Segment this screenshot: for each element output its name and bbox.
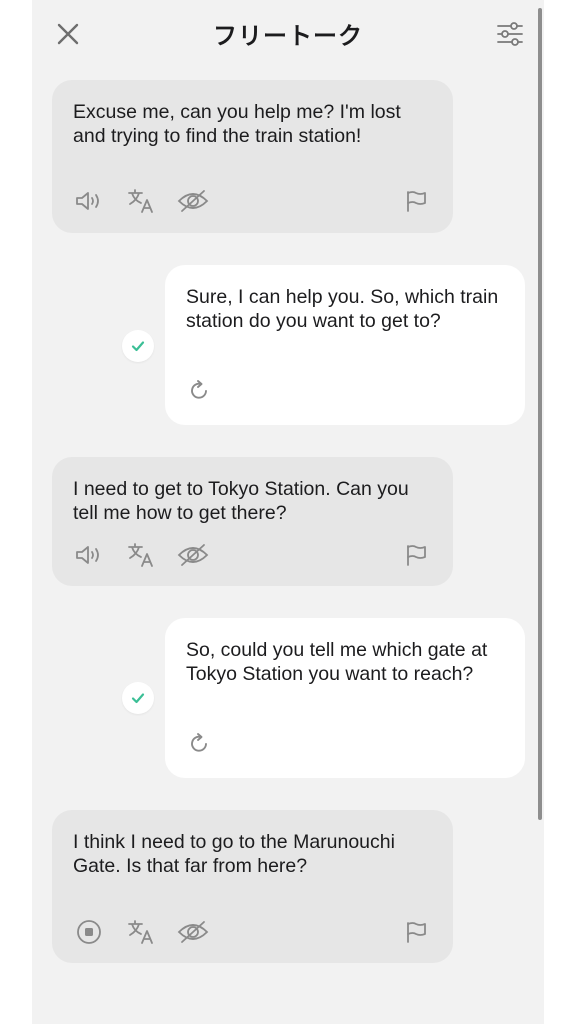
retry-icon: [191, 733, 207, 752]
speaker-icon: [76, 546, 99, 564]
translate-icon: [128, 543, 153, 567]
hide-text-button[interactable]: [176, 186, 210, 216]
translate-icon: [128, 920, 153, 944]
ai-message: Excuse me, can you help me? I'm lost and…: [52, 80, 453, 233]
user-message: Sure, I can help you. So, which train st…: [165, 265, 525, 425]
settings-button[interactable]: [494, 18, 526, 50]
check-icon: [131, 693, 145, 704]
flag-icon: [407, 545, 426, 566]
retry-icon: [191, 380, 207, 399]
translate-button[interactable]: [124, 917, 158, 947]
message-actions: [72, 540, 433, 570]
play-audio-button[interactable]: [72, 186, 106, 216]
stop-icon: [77, 920, 101, 944]
status-badge: [122, 682, 154, 714]
eye-off-icon: [177, 921, 209, 943]
translate-icon: [128, 189, 153, 213]
message-text: Sure, I can help you. So, which train st…: [186, 286, 499, 332]
eye-off-icon: [177, 544, 209, 566]
scrollbar[interactable]: [538, 8, 542, 820]
eye-off-icon: [177, 190, 209, 212]
message-text: I need to get to Tokyo Station. Can you …: [73, 478, 409, 524]
ai-message: I need to get to Tokyo Station. Can you …: [52, 457, 453, 586]
message-actions: [72, 917, 433, 947]
message-text: So, could you tell me which gate at Toky…: [186, 639, 488, 685]
user-message: So, could you tell me which gate at Toky…: [165, 618, 525, 778]
sliders-icon: [497, 22, 523, 46]
check-icon: [131, 341, 145, 352]
chat-screen: フリートーク Excuse me, can you help me? I'm l…: [32, 0, 544, 1024]
stop-audio-button[interactable]: [72, 917, 106, 947]
retry-button[interactable]: [185, 728, 215, 758]
retry-button[interactable]: [185, 375, 215, 405]
header: フリートーク: [32, 0, 544, 64]
ai-message: I think I need to go to the Marunouchi G…: [52, 810, 453, 963]
hide-text-button[interactable]: [176, 917, 210, 947]
translate-button[interactable]: [124, 186, 158, 216]
report-button[interactable]: [399, 917, 433, 947]
page-title: フリートーク: [213, 22, 363, 50]
flag-icon: [407, 922, 426, 943]
message-actions: [72, 186, 433, 216]
speaker-icon: [76, 192, 99, 210]
play-audio-button[interactable]: [72, 540, 106, 570]
status-badge: [122, 330, 154, 362]
hide-text-button[interactable]: [176, 540, 210, 570]
translate-button[interactable]: [124, 540, 158, 570]
message-text: Excuse me, can you help me? I'm lost and…: [73, 101, 401, 147]
report-button[interactable]: [399, 540, 433, 570]
report-button[interactable]: [399, 186, 433, 216]
message-text: I think I need to go to the Marunouchi G…: [73, 831, 395, 877]
flag-icon: [407, 191, 426, 212]
